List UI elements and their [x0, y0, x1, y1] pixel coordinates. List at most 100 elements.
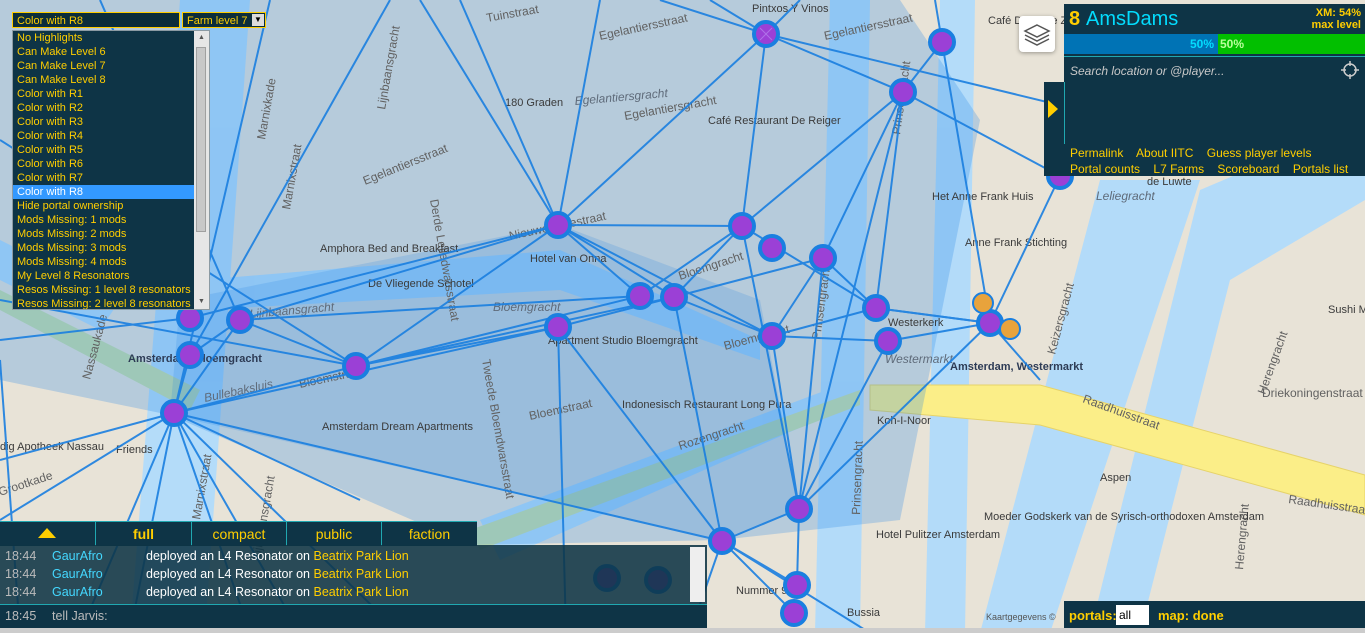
- portal-marker[interactable]: [976, 309, 1004, 337]
- poi-tram-westermarkt: Amsterdam, Westermarkt: [950, 361, 1083, 373]
- highlighter-option[interactable]: Can Make Level 6: [13, 45, 197, 59]
- portal-marker[interactable]: [728, 212, 756, 240]
- chat-text-body: deployed an L4 Resonator on: [146, 585, 314, 599]
- portals-filter-input[interactable]: all: [1116, 605, 1149, 625]
- portal-marker[interactable]: [758, 234, 786, 262]
- highlighter-option[interactable]: Color with R3: [13, 115, 197, 129]
- poi-de-luwte: de Luwte: [1147, 176, 1192, 188]
- highlighter-option[interactable]: Color with R5: [13, 143, 197, 157]
- portal-marker[interactable]: [342, 352, 370, 380]
- tab-full[interactable]: full: [95, 522, 191, 546]
- highlighter-option[interactable]: Mods Missing: 1 mods: [13, 213, 197, 227]
- highlighter-option-selected[interactable]: Color with R8: [13, 185, 197, 199]
- chevron-up-icon: [38, 528, 56, 538]
- scoreboard-link[interactable]: Scoreboard: [1217, 162, 1279, 176]
- portal-marker-neutral[interactable]: [999, 318, 1021, 340]
- scroll-up-icon[interactable]: ▲: [194, 31, 209, 45]
- highlighter-option[interactable]: Resos Missing: 1 level 8 resonators: [13, 283, 197, 297]
- map-status-value: done: [1192, 608, 1224, 623]
- highlighter-option[interactable]: Mods Missing: 4 mods: [13, 255, 197, 269]
- chat-portal-link[interactable]: Beatrix Park Lion: [314, 585, 409, 599]
- chevron-down-icon[interactable]: ▼: [252, 14, 264, 26]
- highlighter-option[interactable]: Mods Missing: 2 mods: [13, 227, 197, 241]
- portal-marker[interactable]: [544, 211, 572, 239]
- portal-counts-link[interactable]: Portal counts: [1070, 162, 1140, 176]
- highlighter-option[interactable]: Color with R6: [13, 157, 197, 171]
- portal-marker[interactable]: [783, 571, 811, 599]
- portal-marker[interactable]: [889, 78, 917, 106]
- portal-marker[interactable]: [160, 399, 188, 427]
- street-leliegracht: Leliegracht: [1096, 189, 1155, 203]
- poi-nummer-9: Nummer 9: [736, 585, 787, 597]
- portal-marker[interactable]: [660, 283, 688, 311]
- portal-marker[interactable]: [862, 294, 890, 322]
- portal-marker[interactable]: [226, 306, 254, 334]
- portal-marker[interactable]: [928, 28, 956, 56]
- search-input[interactable]: [1068, 61, 1332, 81]
- chat-time: 18:44: [5, 585, 37, 599]
- highlighter-option[interactable]: Color with R1: [13, 87, 197, 101]
- highlighter-select[interactable]: Color with R8: [12, 12, 180, 28]
- highlighter-options-list[interactable]: No Highlights Can Make Level 6 Can Make …: [12, 30, 210, 310]
- highlighter-option[interactable]: Can Make Level 7: [13, 59, 197, 73]
- poi-anne-frank-huis: Het Anne Frank Huis: [932, 191, 1034, 203]
- locate-icon[interactable]: [1341, 61, 1359, 79]
- poi-aspen: Aspen: [1100, 472, 1131, 484]
- tab-faction[interactable]: faction: [381, 522, 477, 546]
- highlighter-option[interactable]: Can Make Level 8: [13, 73, 197, 87]
- list-scrollbar[interactable]: ▲ ▼: [194, 31, 209, 309]
- xm-percent: XM: 54%: [1315, 7, 1361, 19]
- portal-marker[interactable]: [785, 495, 813, 523]
- sidebar-toggle-icon[interactable]: [1048, 100, 1058, 118]
- l7-farms-link[interactable]: L7 Farms: [1153, 162, 1204, 176]
- map-attribution[interactable]: Kaartgegevens ©: [986, 612, 1056, 622]
- highlighter-option[interactable]: Resos Missing: 2 level 8 resonators: [13, 297, 197, 309]
- portal-marker[interactable]: [176, 341, 204, 369]
- farm-level-select[interactable]: Farm level 7 ▼: [182, 12, 266, 28]
- portal-marker[interactable]: [708, 527, 736, 555]
- scroll-down-icon[interactable]: ▼: [194, 295, 209, 309]
- portal-marker[interactable]: [809, 244, 837, 272]
- player-name[interactable]: AmsDams: [1086, 8, 1178, 31]
- layers-button[interactable]: [1019, 16, 1055, 52]
- chat-scrollbar[interactable]: [690, 547, 705, 602]
- highlighter-option[interactable]: My Level 8 Resonators: [13, 269, 197, 283]
- portal-marker-neutral[interactable]: [972, 292, 994, 314]
- portal-marker[interactable]: [752, 20, 780, 48]
- tab-compact[interactable]: compact: [191, 522, 286, 546]
- poi-indonesisch: Indonesisch Restaurant Long Pura: [622, 399, 792, 411]
- toolbox-row: Permalink About IITC Guess player levels: [1070, 146, 1321, 160]
- highlighter-option[interactable]: Hide portal ownership: [13, 199, 197, 213]
- poi-hotel-pulitzer: Hotel Pulitzer Amsterdam: [876, 529, 1000, 541]
- chat-user[interactable]: GaurAfro: [52, 547, 103, 565]
- chat-expand-button[interactable]: [0, 522, 95, 546]
- tab-public[interactable]: public: [286, 522, 381, 546]
- portal-marker[interactable]: [874, 327, 902, 355]
- portal-marker[interactable]: [626, 282, 654, 310]
- player-level: 8: [1069, 8, 1081, 30]
- portals-list-link[interactable]: Portals list: [1293, 162, 1348, 176]
- chat-time: 18:44: [5, 549, 37, 563]
- chat-text: deployed an L4 Resonator on Beatrix Park…: [146, 565, 409, 583]
- permalink-link[interactable]: Permalink: [1070, 146, 1123, 160]
- chat-time: 18:44: [5, 567, 37, 581]
- portal-marker[interactable]: [544, 313, 572, 341]
- highlighter-option[interactable]: Color with R4: [13, 129, 197, 143]
- highlighter-option[interactable]: Mods Missing: 3 mods: [13, 241, 197, 255]
- poi-anne-frank-stichting: Anne Frank Stichting: [965, 237, 1067, 249]
- scrollbar-thumb[interactable]: [196, 47, 206, 232]
- chat-portal-link[interactable]: Beatrix Park Lion: [314, 567, 409, 581]
- chat-user[interactable]: GaurAfro: [52, 565, 103, 583]
- chat-user[interactable]: GaurAfro: [52, 583, 103, 601]
- map-status: map: done: [1158, 608, 1224, 623]
- highlighter-option[interactable]: Color with R2: [13, 101, 197, 115]
- highlighter-option[interactable]: Color with R7: [13, 171, 197, 185]
- about-iitc-link[interactable]: About IITC: [1136, 146, 1193, 160]
- chat-input-prompt[interactable]: tell Jarvis:: [52, 609, 108, 623]
- guess-player-levels-link[interactable]: Guess player levels: [1207, 146, 1312, 160]
- highlighter-option[interactable]: No Highlights: [13, 31, 197, 45]
- portal-marker[interactable]: [758, 322, 786, 350]
- chat-portal-link[interactable]: Beatrix Park Lion: [314, 549, 409, 563]
- portal-marker[interactable]: [780, 599, 808, 627]
- chat-input-row[interactable]: 18:45 tell Jarvis:: [0, 604, 707, 629]
